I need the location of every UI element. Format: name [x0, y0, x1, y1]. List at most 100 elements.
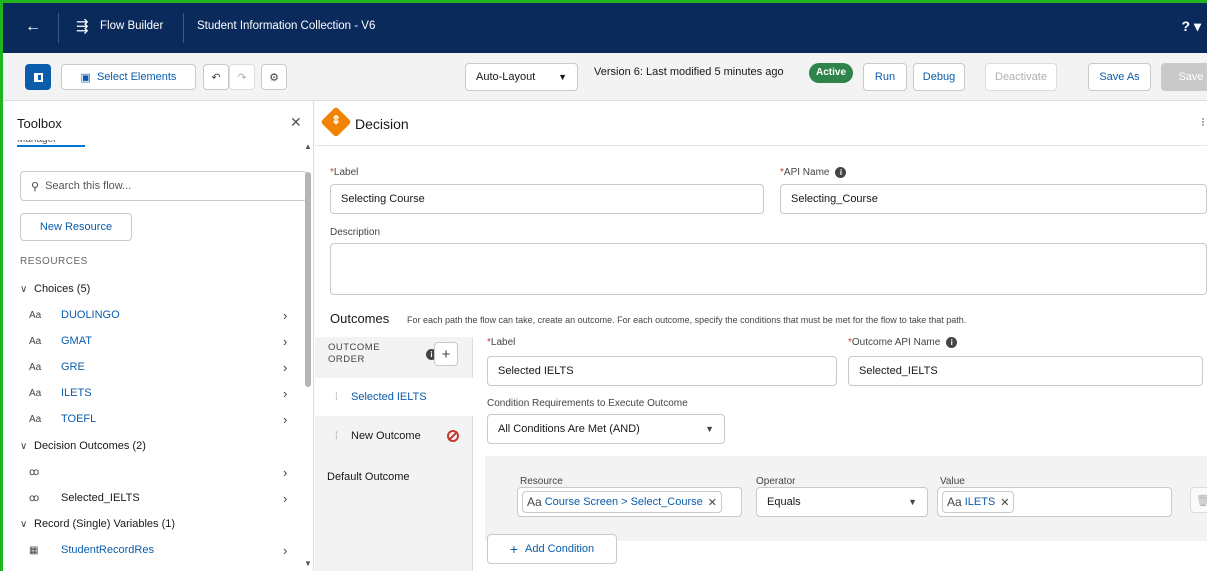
text-resource-icon: Aa	[29, 309, 42, 321]
run-button[interactable]: Run	[863, 63, 907, 91]
decision-editor: ⇕ Decision ⁝ *Label Selecting Course *AP…	[315, 101, 1207, 571]
outcome-item-default[interactable]: Default Outcome	[315, 458, 473, 496]
list-item[interactable]: Aa DUOLINGO ›	[3, 302, 303, 328]
outcome-item-new-outcome[interactable]: ⁞ New Outcome	[315, 417, 473, 455]
operator-select[interactable]: Equals ▼	[756, 487, 928, 517]
chevron-right-icon: ›	[283, 464, 288, 480]
operator-value: Equals	[767, 496, 801, 508]
chevron-right-icon: ›	[283, 307, 288, 323]
api-name-text: API Name	[783, 167, 830, 178]
search-placeholder: Search this flow...	[45, 180, 132, 192]
outcome-item-selected-ielts[interactable]: ⁞ Selected IELTS	[315, 378, 473, 416]
chevron-right-icon: ›	[283, 359, 288, 375]
description-field[interactable]	[330, 243, 1207, 295]
active-tab-indicator	[17, 145, 85, 147]
outcome-label-text: Label	[490, 337, 516, 348]
value-field[interactable]: Aa ILETS ✕	[937, 487, 1172, 517]
select-icon: ▣	[80, 71, 91, 84]
layout-mode-select[interactable]: Auto-Layout ▼	[465, 63, 578, 91]
resource-pill-text: Course Screen > Select_Course	[544, 496, 703, 508]
chevron-down-icon: ▼	[908, 497, 917, 507]
outcome-item-label: Default Outcome	[327, 471, 410, 483]
outcome-api-name-field[interactable]: Selected_IELTS	[848, 356, 1203, 386]
list-item[interactable]: Aa ILETS ›	[3, 380, 303, 406]
help-menu[interactable]: ? ▾	[1182, 18, 1201, 35]
status-badge: Active	[809, 63, 854, 83]
debug-button[interactable]: Debug	[913, 63, 965, 91]
new-resource-button[interactable]: New Resource	[20, 213, 132, 241]
delete-condition-button[interactable]: 🗑	[1190, 487, 1207, 513]
header-divider	[58, 13, 59, 43]
resource-pill[interactable]: Aa Course Screen > Select_Course ✕	[522, 491, 722, 513]
header-divider	[183, 13, 184, 43]
list-item[interactable]: ▦ StudentRecordRes ›	[3, 537, 303, 563]
chevron-right-icon: ›	[283, 333, 288, 349]
group-label: Decision Outcomes (2)	[34, 440, 146, 452]
toolbox-scrollbar[interactable]: ▲ ▼	[303, 142, 313, 571]
list-item[interactable]: Aa TOEFL ›	[3, 406, 303, 432]
info-icon[interactable]: i	[946, 337, 958, 348]
search-icon: ⚲	[31, 180, 40, 193]
layout-mode-value: Auto-Layout	[476, 71, 536, 83]
info-icon[interactable]: i	[835, 167, 847, 178]
drag-handle-icon[interactable]: ⁞	[335, 392, 338, 403]
resource-name: GMAT	[61, 335, 92, 347]
text-resource-icon: Aa	[527, 495, 542, 509]
tree-group-record-variables[interactable]: ∨ Record (Single) Variables (1)	[3, 511, 303, 537]
label-field[interactable]: Selecting Course	[330, 184, 764, 214]
list-item[interactable]: Aa GRE ›	[3, 354, 303, 380]
redo-button[interactable]: ↷	[229, 64, 255, 90]
condition-row: Resource Aa Course Screen > Select_Cours…	[485, 456, 1207, 541]
deactivate-button[interactable]: Deactivate	[985, 63, 1057, 91]
add-outcome-button[interactable]: +	[434, 342, 458, 366]
more-options-icon[interactable]: ⁝	[1201, 115, 1205, 129]
chevron-right-icon: ›	[283, 490, 288, 506]
remove-icon[interactable]: ✕	[1000, 496, 1009, 509]
outcome-order-panel: OUTCOME ORDER i + ⁞ Selected IELTS ⁞ New…	[315, 337, 473, 571]
value-pill[interactable]: Aa ILETS ✕	[942, 491, 1015, 513]
flow-icon: ⇶	[76, 18, 89, 35]
tree-group-choices[interactable]: ∨ Choices (5)	[3, 276, 303, 302]
value-pill-text: ILETS	[964, 496, 996, 508]
resource-field[interactable]: Aa Course Screen > Select_Course ✕	[517, 487, 742, 517]
settings-button[interactable]: ⚙	[261, 64, 287, 90]
chevron-down-icon: ∨	[20, 283, 28, 295]
list-item[interactable]: ꝏ Selected_IELTS ›	[3, 485, 303, 511]
scrollbar-thumb[interactable]	[305, 172, 311, 387]
outcome-icon: ꝏ	[29, 466, 40, 478]
outcome-api-name-label: *Outcome API Name i	[848, 337, 958, 348]
outcomes-heading: Outcomes	[330, 311, 390, 326]
chevron-right-icon: ›	[283, 411, 288, 427]
remove-icon[interactable]: ✕	[708, 496, 717, 509]
save-button[interactable]: Save	[1161, 63, 1207, 91]
chevron-down-icon: ▼	[558, 72, 567, 82]
outcomes-description: For each path the flow can take, create …	[407, 315, 967, 325]
close-icon[interactable]: ✕	[290, 114, 302, 131]
condition-requirements-value: All Conditions Are Met (AND)	[498, 423, 640, 435]
toolbox-panel: Toolbox ✕ Manager ⚲ Search this flow... …	[3, 101, 314, 571]
tree-group-decision-outcomes[interactable]: ∨ Decision Outcomes (2)	[3, 433, 303, 459]
condition-requirements-select[interactable]: All Conditions Are Met (AND) ▼	[487, 414, 725, 444]
error-icon	[447, 430, 459, 442]
arrow-left-icon[interactable]: ←	[25, 18, 41, 36]
list-item[interactable]: ꝏ ›	[3, 459, 303, 485]
list-item[interactable]: Aa GMAT ›	[3, 328, 303, 354]
scroll-down-icon[interactable]: ▼	[304, 559, 312, 568]
drag-handle-icon[interactable]: ⁞	[335, 431, 338, 442]
toggle-toolbox-button[interactable]	[25, 64, 51, 90]
text-resource-icon: Aa	[29, 387, 42, 399]
scroll-up-icon[interactable]: ▲	[304, 142, 312, 151]
save-as-label: Save As	[1099, 71, 1140, 83]
add-condition-label: Add Condition	[525, 543, 595, 555]
chevron-down-icon: ▼	[705, 424, 714, 434]
api-name-field-label: *API Name i	[780, 167, 847, 178]
save-as-button[interactable]: Save As	[1088, 63, 1151, 91]
api-name-field[interactable]: Selecting_Course	[780, 184, 1207, 214]
add-condition-button[interactable]: + Add Condition	[487, 534, 617, 564]
outcome-label-field[interactable]: Selected IELTS	[487, 356, 837, 386]
debug-label: Debug	[922, 71, 956, 83]
undo-button[interactable]: ↶	[203, 64, 229, 90]
search-input[interactable]: ⚲ Search this flow...	[20, 171, 307, 201]
select-elements-button[interactable]: ▣ Select Elements	[61, 64, 196, 90]
deactivate-label: Deactivate	[995, 71, 1047, 83]
